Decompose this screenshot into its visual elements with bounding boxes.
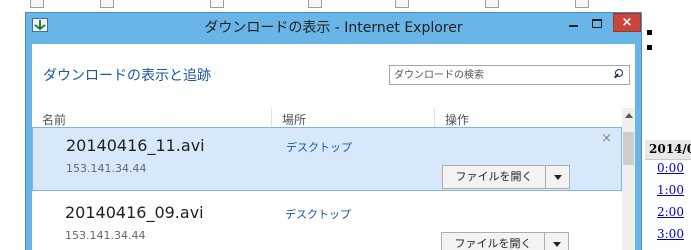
search-box[interactable]	[389, 65, 630, 85]
search-icon[interactable]	[614, 69, 623, 78]
file-source: 153.141.34.44	[65, 229, 146, 242]
background-time-link[interactable]: 2:00	[657, 205, 684, 219]
scroll-thumb[interactable]	[623, 132, 634, 165]
open-file-button[interactable]: ファイルを開く	[442, 165, 546, 189]
background-table-header: 2014/04	[645, 140, 691, 160]
file-name: 20140416_11.avi	[66, 136, 205, 155]
download-row[interactable]: 20140416_09.avi 153.141.34.44 デスクトップ ファイ…	[32, 195, 622, 250]
scroll-up-icon[interactable]	[625, 113, 633, 118]
file-location-link[interactable]: デスクトップ	[285, 206, 351, 222]
chevron-down-icon[interactable]	[544, 232, 569, 250]
close-button[interactable]: ×	[613, 13, 641, 32]
background-dot	[647, 30, 652, 35]
background-tick	[485, 0, 499, 8]
minimize-button[interactable]	[562, 15, 584, 33]
downloads-heading: ダウンロードの表示と追跡	[43, 68, 211, 84]
background-tick	[30, 0, 44, 8]
chevron-down-icon[interactable]	[545, 165, 570, 189]
download-manager-window: ダウンロードの表示 - Internet Explorer × ダウンロードの表…	[25, 12, 642, 250]
background-time-link[interactable]: 3:00	[657, 227, 684, 241]
background-tick	[210, 0, 224, 8]
background-page-strip	[0, 0, 691, 10]
background-tick	[308, 0, 322, 8]
file-name: 20140416_09.avi	[65, 203, 204, 222]
file-source: 153.141.34.44	[66, 162, 147, 175]
vertical-scrollbar[interactable]	[622, 108, 635, 250]
search-input[interactable]	[394, 67, 604, 83]
background-tick	[395, 0, 409, 8]
window-title: ダウンロードの表示 - Internet Explorer	[204, 20, 463, 36]
downloads-panel: ダウンロードの表示と追跡 名前 場所 操作 20140416_11.avi 15…	[32, 44, 635, 250]
background-tick	[575, 0, 589, 8]
background-page-table: 2014/04 0:00 1:00 2:00 3:00	[645, 140, 691, 250]
background-tick	[100, 0, 114, 8]
close-icon: ×	[621, 15, 633, 30]
remove-item-icon[interactable]: ×	[601, 131, 612, 146]
file-location-link[interactable]: デスクトップ	[286, 139, 352, 155]
background-dot	[647, 45, 652, 50]
background-time-link[interactable]: 0:00	[657, 161, 684, 175]
download-row[interactable]: 20140416_11.avi 153.141.34.44 デスクトップ × フ…	[32, 127, 622, 191]
background-time-link[interactable]: 1:00	[657, 183, 684, 197]
maximize-button[interactable]	[586, 15, 608, 33]
open-file-button[interactable]: ファイルを開く	[441, 232, 545, 250]
